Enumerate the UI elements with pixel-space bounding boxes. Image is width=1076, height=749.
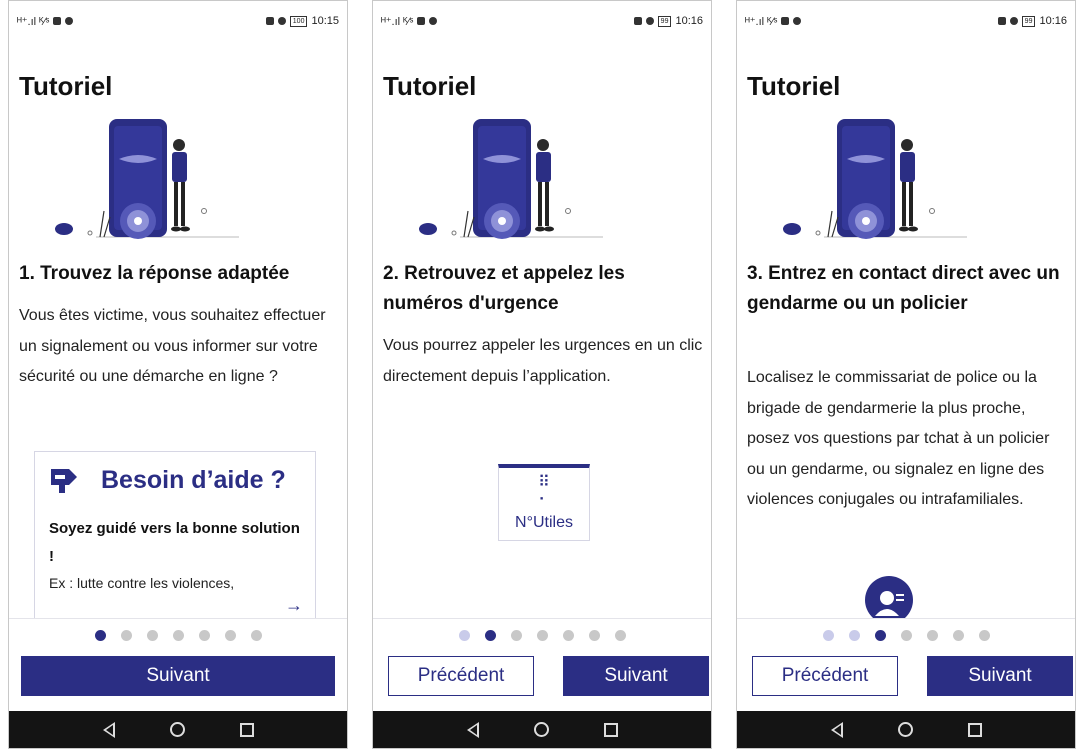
step-title: 1. Trouvez la réponse adaptée [19,263,290,284]
tutorial-footer: Précédent Suivant [373,618,711,714]
page-title: Tutoriel [747,71,841,101]
step-description: Vous pourrez appeler les urgences en un … [383,337,703,385]
clock: 10:16 [1039,15,1067,27]
help-card[interactable]: Besoin d’aide ? Soyez guidé vers la bonn… [34,451,316,621]
android-nav-bar [9,711,347,748]
whatsapp-icon [429,17,438,25]
home-icon[interactable] [533,722,549,737]
recent-apps-icon[interactable] [603,722,618,737]
pager-dot[interactable] [94,630,106,641]
pager-dot[interactable] [952,630,964,641]
pager-dot[interactable] [484,630,496,641]
tutorial-illustration [783,119,967,239]
alarm-icon [277,17,286,25]
signal-icon: ᴴ⁺.ıl ᴷ⁄ˢ [17,15,50,28]
battery-icon: 99 [657,15,672,27]
pager-dot[interactable] [146,630,158,641]
home-icon[interactable] [897,722,913,737]
status-bar: ᴴ⁺.ıl ᴷ⁄ˢ 99 10:16 [373,1,711,41]
status-bar: ᴴ⁺.ıl ᴷ⁄ˢ 100 10:15 [9,1,347,41]
next-button[interactable]: Suivant [563,656,709,696]
pager-dot[interactable] [510,630,522,641]
pager-dot[interactable] [926,630,938,641]
home-icon[interactable] [169,722,185,737]
back-icon[interactable] [466,721,479,738]
help-card-title: Besoin d’aide ? [101,466,286,494]
signal-icon: ᴴ⁺.ıl ᴷ⁄ˢ [381,15,414,28]
pager-dot[interactable] [458,630,470,641]
nfc-icon [265,17,274,25]
pager-dot[interactable] [588,630,600,641]
nfc-icon [997,17,1006,25]
pager-dot[interactable] [536,630,548,641]
android-nav-bar [737,711,1075,748]
back-icon[interactable] [830,721,843,738]
tutorial-footer: Précédent Suivant [737,618,1075,714]
signpost-icon [51,468,77,493]
alarm-icon [1009,17,1018,25]
android-nav-bar [373,711,711,748]
pager-dot[interactable] [822,630,834,641]
signal-icon: ᴴ⁺.ıl ᴷ⁄ˢ [745,15,778,28]
clock: 10:15 [311,15,339,27]
whatsapp-icon [65,17,74,25]
page-title: Tutoriel [383,71,477,101]
next-button[interactable]: Suivant [21,656,335,696]
pager-dot[interactable] [198,630,210,641]
pager-dots [373,630,711,641]
screen-step-2: ᴴ⁺.ıl ᴷ⁄ˢ 99 10:16 Tutoriel 2. Retrouvez … [372,0,712,749]
screen-step-3: ᴴ⁺.ıl ᴷ⁄ˢ 99 10:16 Tutoriel 3. Entrez en … [736,0,1076,749]
app-notification-icon [781,17,790,25]
pager-dot[interactable] [224,630,236,641]
battery-icon: 100 [289,15,308,27]
arrow-right-icon[interactable]: → [285,595,303,616]
useful-numbers-label: N°Utiles [515,514,573,531]
keypad-icon: ⠿ ⠂ [538,474,550,509]
page-title: Tutoriel [19,71,113,101]
pager-dot[interactable] [172,630,184,641]
recent-apps-icon[interactable] [967,722,982,737]
step-description: Localisez le commissariat de police ou l… [747,369,1050,508]
app-notification-icon [53,17,62,25]
recent-apps-icon[interactable] [239,722,254,737]
step-description: Vous êtes victime, vous souhaitez effect… [19,307,326,385]
pager-dot[interactable] [250,630,262,641]
screen-step-1: ᴴ⁺.ıl ᴷ⁄ˢ 100 10:15 Tutoriel 1. Trouvez l… [8,0,348,749]
contact-person-icon [865,576,913,624]
pager-dot[interactable] [900,630,912,641]
previous-button[interactable]: Précédent [752,656,898,696]
help-card-subtitle: Soyez guidé vers la bonne solution ! [49,520,300,565]
previous-button[interactable]: Précédent [388,656,534,696]
pager-dot[interactable] [614,630,626,641]
step-title: 3. Entrez en contact direct avec un gend… [747,263,1060,314]
pager-dot[interactable] [874,630,886,641]
pager-dots [9,630,347,641]
next-button[interactable]: Suivant [927,656,1073,696]
pager-dot[interactable] [978,630,990,641]
tutorial-illustration [55,119,239,239]
nfc-icon [633,17,642,25]
help-card-example: Ex : lutte contre les violences, [49,575,235,591]
pager-dots [737,630,1075,641]
tutorial-illustration [419,119,603,239]
step-title: 2. Retrouvez et appelez les numéros d'ur… [383,263,625,314]
pager-dot[interactable] [562,630,574,641]
whatsapp-icon [793,17,802,25]
back-icon[interactable] [102,721,115,738]
status-bar: ᴴ⁺.ıl ᴷ⁄ˢ 99 10:16 [737,1,1075,41]
battery-icon: 99 [1021,15,1036,27]
clock: 10:16 [675,15,703,27]
pager-dot[interactable] [120,630,132,641]
app-notification-icon [417,17,426,25]
useful-numbers-card[interactable]: ⠿ ⠂ N°Utiles [498,464,590,541]
alarm-icon [645,17,654,25]
pager-dot[interactable] [848,630,860,641]
tutorial-footer: Suivant [9,618,347,714]
